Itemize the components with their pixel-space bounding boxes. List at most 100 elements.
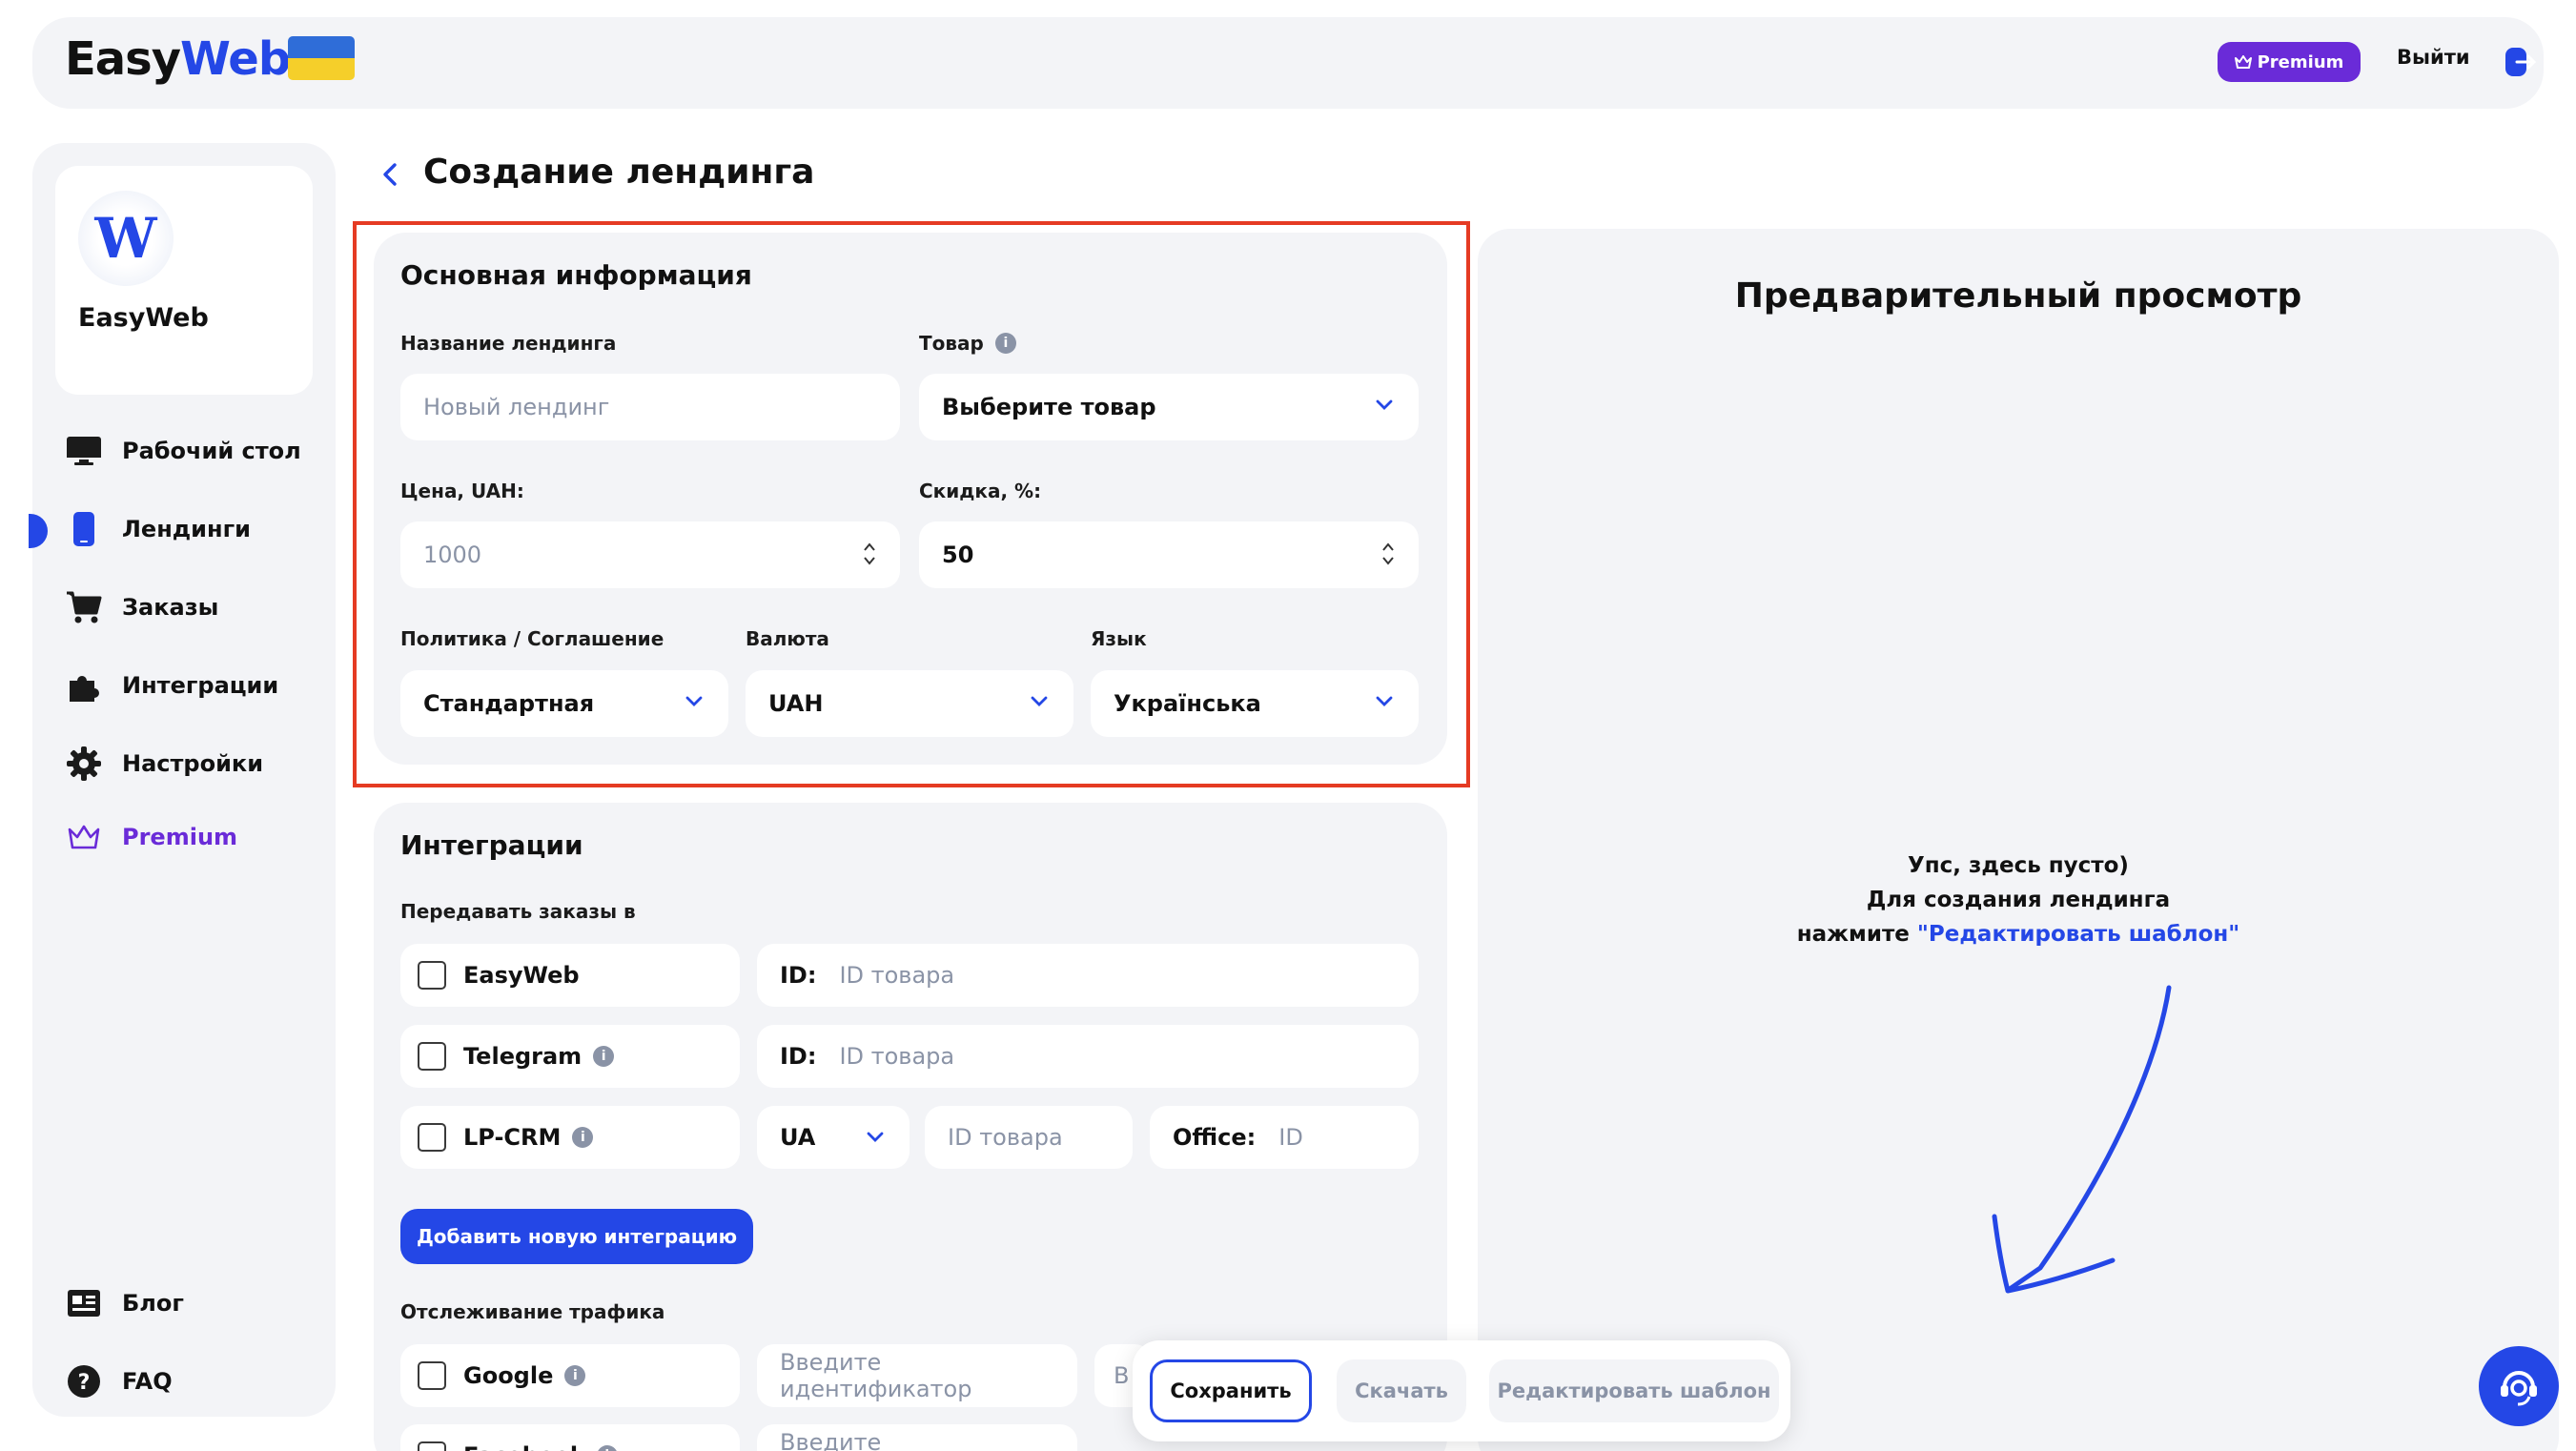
gear-icon xyxy=(65,745,103,783)
telegram-checkbox-row[interactable]: Telegram i xyxy=(400,1025,740,1088)
price-input[interactable]: 1000 xyxy=(400,521,900,588)
save-button[interactable]: Сохранить xyxy=(1150,1359,1312,1422)
policy-label: Политика / Соглашение xyxy=(400,627,664,650)
info-icon[interactable]: i xyxy=(994,333,1016,354)
chevron-down-icon xyxy=(1376,696,1393,706)
google-label: Google xyxy=(463,1362,554,1389)
edit-template-link[interactable]: "Редактировать шаблон" xyxy=(1917,922,2239,947)
premium-badge-button[interactable]: Premium xyxy=(2218,42,2361,82)
stepper-icon[interactable] xyxy=(862,541,877,567)
id-key: ID: xyxy=(780,962,817,989)
discount-input[interactable]: 50 xyxy=(919,521,1419,588)
policy-select[interactable]: Стандартная xyxy=(400,670,728,737)
easyweb-checkbox-row[interactable]: EasyWeb xyxy=(400,944,740,1007)
facebook-label: Facebook xyxy=(463,1442,585,1451)
lpcrm-region-select[interactable]: UA xyxy=(757,1106,910,1169)
tracking-placeholder: Введите идентификатор xyxy=(780,1429,882,1451)
discount-label: Скидка, %: xyxy=(919,480,1042,502)
chevron-down-icon xyxy=(1031,696,1048,706)
avatar: W xyxy=(78,191,174,286)
lpcrm-checkbox[interactable] xyxy=(418,1123,446,1152)
id-placeholder: ID товара xyxy=(948,1124,1063,1151)
logo-web: Web xyxy=(180,32,291,86)
id-placeholder: ID товара xyxy=(839,1043,955,1070)
policy-select-value: Стандартная xyxy=(423,690,595,717)
sidebar-item-label: Заказы xyxy=(122,594,219,621)
facebook-checkbox[interactable] xyxy=(418,1441,446,1451)
logout-link[interactable]: Выйти xyxy=(2397,46,2470,69)
info-icon[interactable]: i xyxy=(564,1365,586,1386)
sidebar-item-landings[interactable]: Лендинги xyxy=(65,510,251,548)
easyweb-label: EasyWeb xyxy=(463,962,580,989)
app-logo[interactable]: EasyWeb xyxy=(65,32,291,86)
telegram-id-input[interactable]: ID: ID товара xyxy=(757,1025,1419,1088)
sidebar-item-integrations[interactable]: Интеграции xyxy=(65,666,278,705)
partial-text: В xyxy=(1114,1362,1130,1389)
facebook-checkbox-row[interactable]: Facebook i xyxy=(400,1424,740,1451)
download-button[interactable]: Скачать xyxy=(1337,1359,1466,1422)
language-select[interactable]: Українська xyxy=(1091,670,1419,737)
sidebar-item-desktop[interactable]: Рабочий стол xyxy=(65,432,301,470)
currency-select[interactable]: UAH xyxy=(746,670,1073,737)
empty-state: Упс, здесь пусто) Для создания лендинга … xyxy=(1478,848,2559,951)
lpcrm-checkbox-row[interactable]: LP-CRM i xyxy=(400,1106,740,1169)
landing-name-input[interactable]: Новый лендинг xyxy=(400,374,900,440)
sidebar-item-orders[interactable]: Заказы xyxy=(65,588,218,626)
sidebar-item-label: Premium xyxy=(122,824,238,850)
puzzle-icon xyxy=(65,666,103,705)
sidebar-item-settings[interactable]: Настройки xyxy=(65,745,263,783)
back-arrow-icon[interactable] xyxy=(378,160,404,189)
phone-icon xyxy=(65,510,103,548)
info-icon[interactable]: i xyxy=(593,1046,615,1067)
brand-name: EasyWeb xyxy=(78,303,209,333)
chevron-down-icon xyxy=(1376,399,1393,410)
brand-card[interactable]: W EasyWeb xyxy=(55,166,313,395)
language-label: Язык xyxy=(1091,627,1147,650)
google-checkbox-row[interactable]: Google i xyxy=(400,1344,740,1407)
facebook-id-input[interactable]: Введите идентификатор xyxy=(757,1424,1077,1451)
sidebar-item-label: Интеграции xyxy=(122,672,279,699)
id-placeholder: ID товара xyxy=(839,962,955,989)
sidebar-item-label: FAQ xyxy=(122,1368,173,1395)
sidebar-item-faq[interactable]: ? FAQ xyxy=(65,1362,173,1400)
price-placeholder: 1000 xyxy=(423,542,482,568)
sidebar-item-label: Лендинги xyxy=(122,516,251,542)
support-chat-button[interactable] xyxy=(2479,1346,2559,1426)
sidebar-item-blog[interactable]: Блог xyxy=(65,1284,184,1322)
landing-name-label: Название лендинга xyxy=(400,332,617,355)
currency-label: Валюта xyxy=(746,627,829,650)
currency-select-value: UAH xyxy=(768,690,824,717)
action-bar: Сохранить Скачать Редактировать шаблон xyxy=(1133,1340,1790,1441)
google-checkbox[interactable] xyxy=(418,1361,446,1390)
price-label-suffix: : xyxy=(516,480,524,502)
google-id-input[interactable]: Введите идентификатор xyxy=(757,1344,1077,1407)
product-select[interactable]: Выберите товар xyxy=(919,374,1419,440)
add-integration-button[interactable]: Добавить новую интеграцию xyxy=(400,1209,753,1264)
telegram-label: Telegram xyxy=(463,1043,583,1070)
integrations-title: Интеграции xyxy=(400,829,583,861)
chevron-down-icon xyxy=(867,1132,884,1142)
edit-template-button[interactable]: Редактировать шаблон xyxy=(1489,1359,1779,1422)
empty-line-2: Для создания лендинга xyxy=(1866,888,2171,912)
lpcrm-region-value: UA xyxy=(780,1124,816,1151)
lpcrm-office-input[interactable]: Office: ID xyxy=(1150,1106,1419,1169)
office-key: Office: xyxy=(1173,1124,1257,1151)
lpcrm-product-id-input[interactable]: ID товара xyxy=(925,1106,1133,1169)
office-placeholder: ID xyxy=(1278,1124,1303,1151)
chevron-down-icon xyxy=(685,696,703,706)
support-icon xyxy=(2501,1371,2537,1406)
easyweb-id-input[interactable]: ID: ID товара xyxy=(757,944,1419,1007)
newspaper-icon xyxy=(65,1284,103,1322)
easyweb-checkbox[interactable] xyxy=(418,961,446,990)
tracking-placeholder: Введите идентификатор xyxy=(780,1349,972,1402)
stepper-icon[interactable] xyxy=(1380,541,1396,567)
telegram-checkbox[interactable] xyxy=(418,1042,446,1071)
info-icon[interactable]: i xyxy=(572,1127,594,1148)
sidebar-item-label: Блог xyxy=(122,1290,184,1317)
price-label-unit: UAH xyxy=(471,480,517,502)
lpcrm-label: LP-CRM xyxy=(463,1124,562,1151)
info-icon[interactable]: i xyxy=(596,1445,618,1451)
sidebar-item-premium[interactable]: Premium xyxy=(65,818,237,856)
id-key: ID: xyxy=(780,1043,817,1070)
logout-icon[interactable] xyxy=(2504,46,2538,78)
